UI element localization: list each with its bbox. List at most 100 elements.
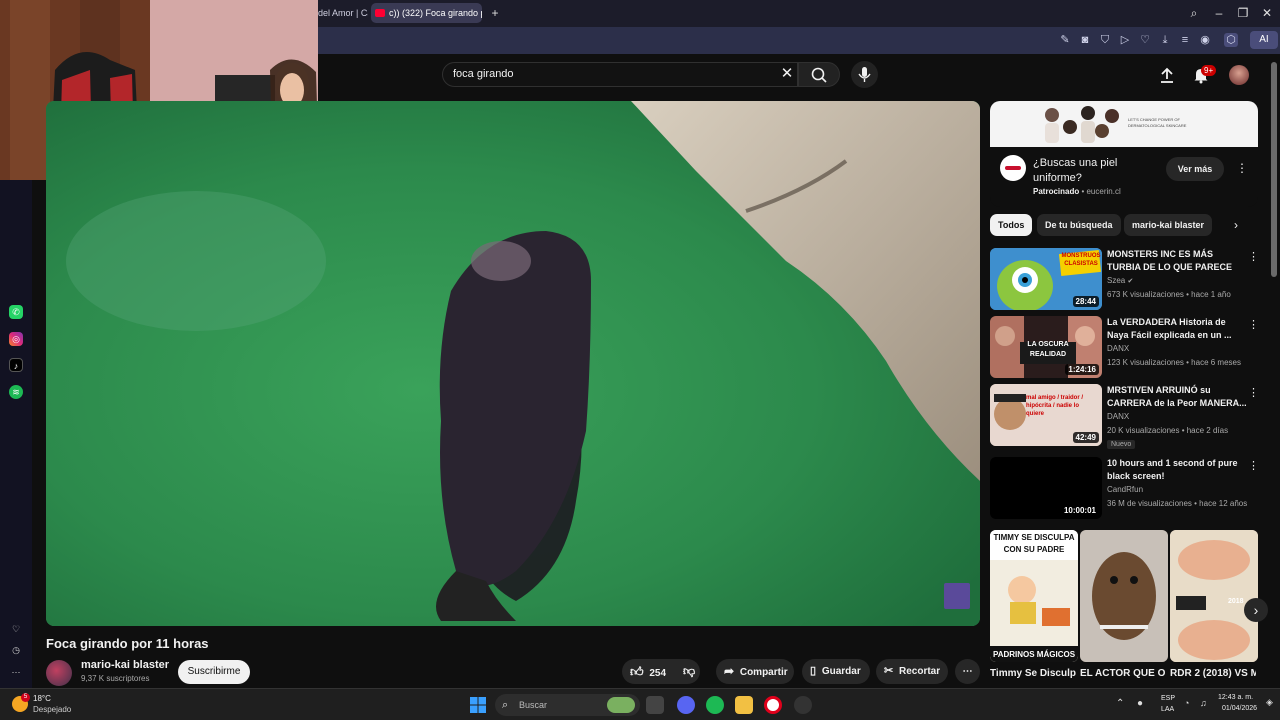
channel-name[interactable]: mario-kai blaster — [81, 659, 169, 671]
app-icon[interactable] — [794, 696, 812, 714]
recommendation-menu-icon[interactable]: ⋮ — [1248, 318, 1259, 331]
account-avatar[interactable] — [1229, 65, 1249, 85]
heart-icon[interactable]: ♡ — [1138, 33, 1152, 47]
menu-icon[interactable]: ≡ — [1178, 33, 1192, 47]
recommendation-title: La VERDADERA Historia de Naya Fácil expl… — [1107, 317, 1232, 340]
duration-badge: 1:24:16 — [1065, 364, 1099, 375]
shield-icon[interactable]: ⛉ — [1098, 33, 1112, 47]
thumbnail-text: LA OSCURA REALIDAD — [1027, 341, 1069, 358]
tab-label: (322) Foca girando po — [402, 8, 482, 18]
video-player[interactable] — [46, 101, 980, 626]
chip-todos[interactable]: Todos — [990, 214, 1033, 236]
like-button[interactable]: 👍︎ 254 — [630, 659, 678, 686]
short-thumbnail[interactable]: 2018 — [1170, 530, 1258, 662]
discord-icon[interactable] — [677, 696, 695, 714]
voice-search-button[interactable] — [851, 61, 878, 88]
opera-icon[interactable] — [764, 696, 782, 714]
duration-badge: 28:44 — [1072, 296, 1099, 307]
tiktok-icon[interactable]: ♪ — [9, 358, 23, 372]
recommendation-item[interactable]: MONSTRUOS CLASISTAS 28:44 MONSTERS INC E… — [990, 248, 1259, 310]
volume-icon[interactable]: ♫ — [1200, 698, 1207, 708]
more-actions-button[interactable]: ⋯ — [955, 659, 980, 684]
notifications-tray-icon[interactable]: ◈ — [1266, 697, 1273, 708]
clear-search-icon[interactable]: ✕ — [778, 64, 796, 84]
save-button[interactable]: ▯ Guardar — [802, 659, 870, 684]
channel-avatar[interactable] — [46, 660, 72, 686]
notification-count-badge: 9+ — [1201, 65, 1217, 76]
microphone-tray-icon[interactable]: ● — [1137, 698, 1143, 709]
ad-banner-image: LET'S CHANGE POWER OF DERMATOLOGICAL SKI… — [990, 101, 1258, 147]
sponsored-ad[interactable]: LET'S CHANGE POWER OF DERMATOLOGICAL SKI… — [990, 101, 1258, 207]
ad-brand-line: LET'S CHANGE POWER OF DERMATOLOGICAL SKI… — [1128, 117, 1187, 128]
share-button[interactable]: ➦ Compartir — [716, 659, 794, 684]
send-icon[interactable]: ▷ — [1118, 33, 1132, 47]
new-tab-button[interactable]: + — [486, 4, 504, 22]
browser-tab-active[interactable]: c)) (322) Foca girando po — [371, 3, 482, 23]
recommendation-item[interactable]: mal amigo / traidor / hipócrita / nadie … — [990, 384, 1259, 454]
recommendation-item[interactable]: LA OSCURA REALIDAD 1:24:16 La VERDADERA … — [990, 316, 1259, 378]
maximize-button[interactable]: ❐ — [1234, 4, 1252, 22]
clip-button[interactable]: ✂ Recortar — [876, 659, 948, 684]
recommendation-item[interactable]: 10:00:01 10 hours and 1 second of pure b… — [990, 457, 1259, 519]
recommendation-menu-icon[interactable]: ⋮ — [1248, 459, 1259, 472]
video-title: Foca girando por 11 horas — [46, 636, 209, 651]
chip-channel[interactable]: mario-kai blaster — [1124, 214, 1213, 236]
clock-time[interactable]: 12:43 a. m. — [1218, 694, 1253, 701]
upload-button[interactable] — [1158, 66, 1176, 84]
language-bottom[interactable]: LAA — [1161, 706, 1174, 713]
clock-date[interactable]: 01/04/2026 — [1222, 705, 1257, 712]
video-thumbnail: MONSTRUOS CLASISTAS 28:44 — [990, 248, 1102, 310]
short-thumbnail[interactable] — [1080, 530, 1168, 662]
extensions-icon[interactable]: ⬡ — [1224, 33, 1238, 47]
recommendation-meta: 123 K visualizaciones • hace 6 meses — [1107, 358, 1241, 367]
language-top[interactable]: ESP — [1161, 695, 1175, 702]
profile-icon[interactable]: ◉ — [1198, 33, 1212, 47]
wifi-icon[interactable]: ◔ — [1184, 698, 1189, 708]
chips-next-icon[interactable]: › — [1234, 218, 1238, 232]
search-tabs-icon[interactable]: ⌕ — [1185, 4, 1203, 22]
search-highlight-icon — [607, 697, 635, 713]
dislike-button[interactable]: 👎︎ — [683, 659, 695, 684]
weather-temp[interactable]: 18°C — [33, 694, 51, 703]
edit-icon[interactable]: ✎ — [1058, 33, 1072, 47]
task-view-icon[interactable] — [646, 696, 664, 714]
minimize-button[interactable]: – — [1210, 4, 1228, 22]
ad-cta-button[interactable]: Ver más — [1166, 157, 1224, 181]
chip-de-tu-busqueda[interactable]: De tu búsqueda — [1037, 214, 1121, 236]
ad-menu-icon[interactable]: ⋮ — [1236, 161, 1248, 175]
subscribe-button[interactable]: Suscribirme — [178, 660, 250, 684]
taskbar-search[interactable]: ⌕ Buscar — [495, 694, 640, 716]
recommendation-menu-icon[interactable]: ⋮ — [1248, 386, 1259, 399]
spotify-icon[interactable] — [706, 696, 724, 714]
history-icon[interactable]: ◷ — [9, 643, 23, 657]
tab-audio-badge: c)) — [389, 8, 400, 18]
ad-banner-people — [1045, 106, 1119, 143]
camera-icon[interactable]: ◙ — [1078, 33, 1092, 47]
short-title: RDR 2 (2018) VS M — [1170, 668, 1256, 679]
heart-icon[interactable]: ♡ — [9, 622, 23, 636]
more-icon[interactable]: ⋯ — [9, 665, 23, 679]
more-icon: ⋯ — [962, 666, 973, 677]
subscriber-count: 9,37 K suscriptores — [81, 674, 150, 683]
shorts-next-icon[interactable]: › — [1244, 598, 1268, 622]
download-icon[interactable]: ⤓ — [1158, 33, 1172, 47]
thumbnail-text: mal amigo / traidor / hipócrita / nadie … — [1026, 395, 1084, 417]
recommendation-menu-icon[interactable]: ⋮ — [1248, 250, 1259, 263]
thumbs-up-icon: 👍︎ — [630, 664, 644, 679]
search-input[interactable]: foca girando — [442, 62, 798, 87]
file-explorer-icon[interactable] — [735, 696, 753, 714]
spotify-icon[interactable]: ≋ — [9, 385, 23, 399]
whatsapp-icon[interactable]: ✆ — [9, 305, 23, 319]
page-scrollbar[interactable] — [1271, 62, 1277, 277]
search-button[interactable] — [798, 62, 840, 87]
weather-desc[interactable]: Despejado — [33, 705, 71, 714]
browser-tab[interactable]: del Amor | Ca — [318, 3, 368, 23]
instagram-icon[interactable]: ◎ — [9, 332, 23, 346]
ai-button[interactable]: AI — [1250, 31, 1278, 49]
thumbnail-text: MONSTRUOS CLASISTAS — [1061, 253, 1101, 267]
close-window-button[interactable]: ✕ — [1258, 4, 1276, 22]
start-button[interactable] — [469, 696, 487, 714]
short-thumbnail[interactable]: TIMMY SE DISCULPA CON SU PADRE PADRINOS … — [990, 530, 1078, 662]
ad-sponsor-line: Patrocinado • eucerin.cl — [1033, 187, 1121, 196]
tray-chevron-icon[interactable]: ⌃ — [1116, 698, 1124, 709]
